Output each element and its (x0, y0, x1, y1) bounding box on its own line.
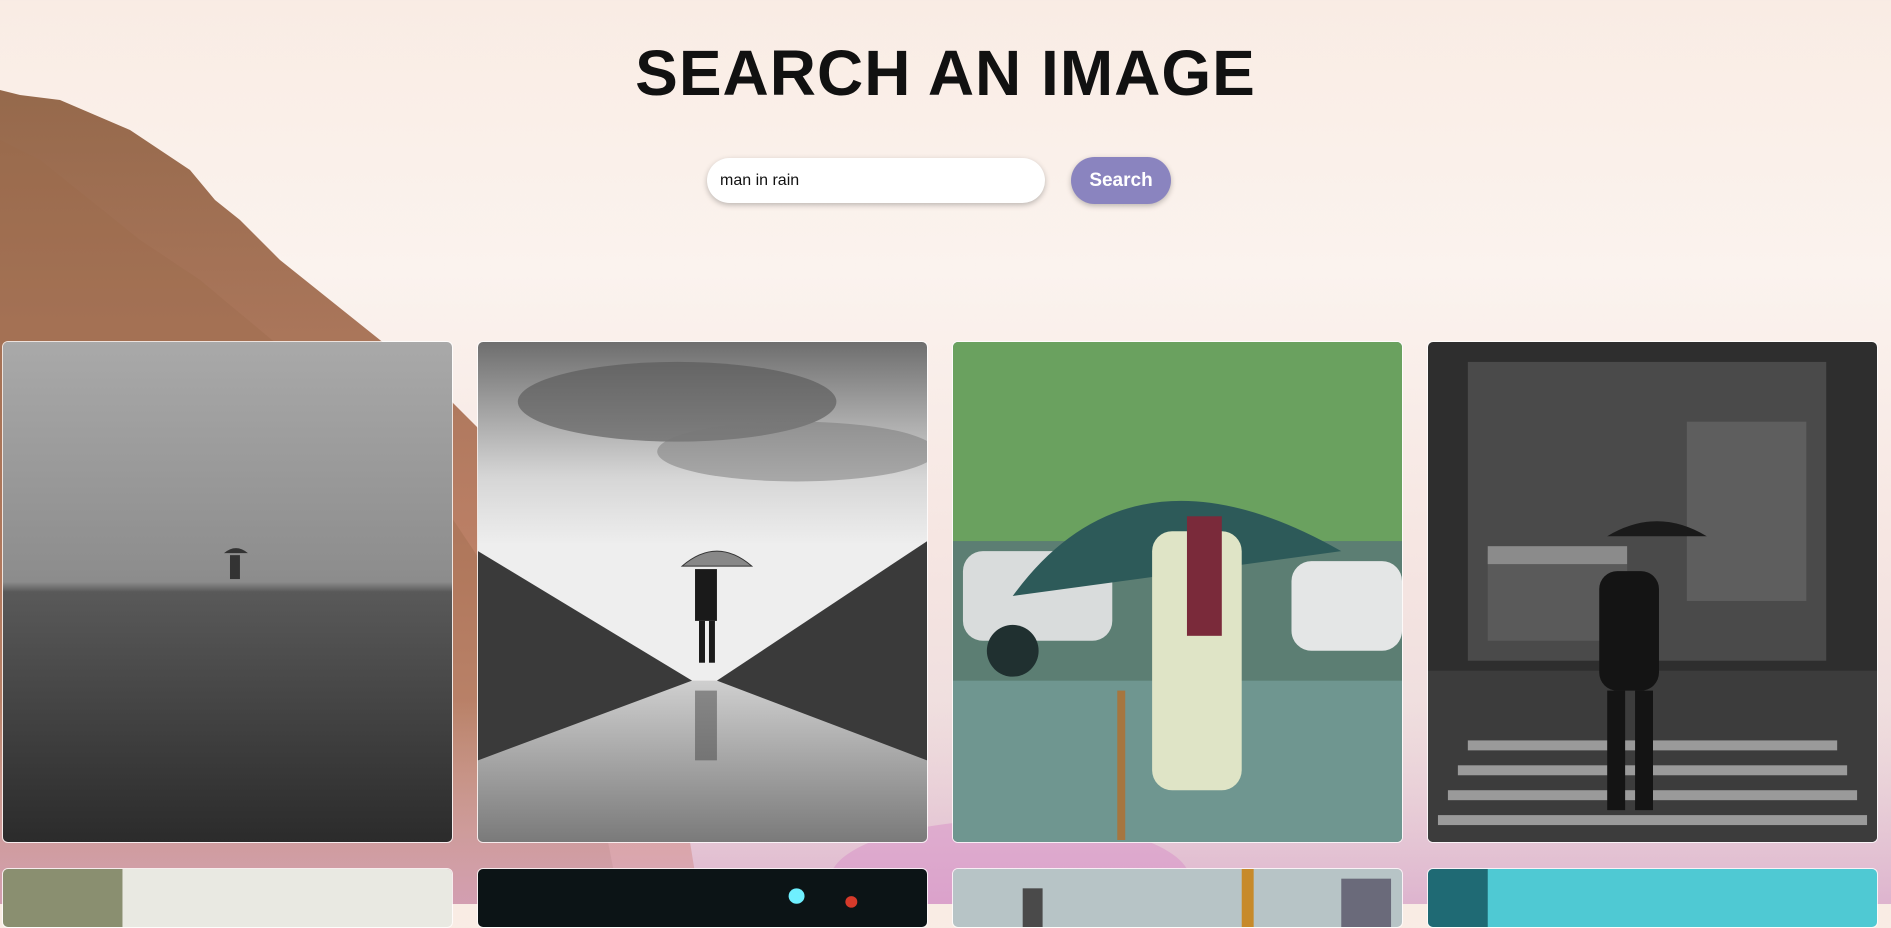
result-image-6[interactable] (477, 868, 928, 928)
result-image-4[interactable] (1427, 341, 1878, 843)
search-input[interactable] (707, 158, 1045, 203)
result-image-3[interactable] (952, 341, 1403, 843)
result-image-7[interactable] (952, 868, 1403, 928)
page-title: SEARCH AN IMAGE (635, 37, 1256, 109)
bridge-reflection-photo (478, 342, 927, 842)
result-image-1[interactable] (2, 341, 453, 843)
result-image-2[interactable] (477, 341, 928, 843)
partial-photo (1428, 869, 1877, 927)
partial-photo (953, 869, 1402, 927)
result-image-5[interactable] (2, 868, 453, 928)
result-image-8[interactable] (1427, 868, 1878, 928)
old-man-umbrella-photo (953, 342, 1402, 842)
crosswalk-night-photo (1428, 342, 1877, 842)
partial-photo (478, 869, 927, 927)
partial-photo (3, 869, 452, 927)
foggy-field-photo (3, 342, 452, 842)
search-button[interactable]: Search (1071, 157, 1171, 204)
